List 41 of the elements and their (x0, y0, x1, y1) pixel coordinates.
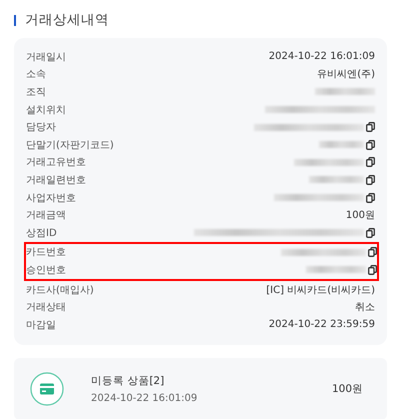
detail-label: 소속 (26, 68, 46, 82)
copy-icon[interactable] (366, 228, 375, 238)
detail-label: 거래일시 (26, 50, 66, 64)
blurred-value (306, 266, 366, 274)
detail-label: 거래일련번호 (26, 174, 86, 187)
copy-icon[interactable] (366, 140, 375, 150)
blurred-value (315, 88, 375, 96)
copy-icon[interactable] (368, 247, 377, 258)
detail-label: 단말기(자판기코드) (26, 138, 114, 152)
detail-label: 담당자 (26, 121, 56, 134)
blurred-value (319, 141, 364, 148)
detail-label: 거래상태 (26, 301, 66, 314)
copy-icon[interactable] (368, 264, 377, 275)
item-name: 미등록 상품[2] (91, 374, 166, 388)
detail-value: 100원 (346, 209, 375, 222)
detail-label: 카드번호 (26, 246, 66, 260)
card-icon (30, 372, 64, 406)
copy-icon[interactable] (366, 174, 375, 185)
detail-label: 승인번호 (26, 264, 66, 277)
copy-icon[interactable] (366, 157, 375, 168)
detail-value: [IC] 비씨카드(비씨카드) (266, 284, 375, 297)
item-card[interactable]: 미등록 상품[2] 2024-10-22 16:01:09 100원 (14, 358, 387, 419)
detail-value: 유비씨엔(주) (317, 68, 375, 82)
detail-label: 카드사(매입사) (26, 284, 94, 297)
detail-label: 마감일 (26, 318, 56, 332)
detail-value: 2024-10-22 16:01:09 (268, 51, 375, 62)
detail-label: 설치위치 (26, 104, 66, 117)
detail-label: 상점ID (26, 226, 57, 240)
copy-icon[interactable] (366, 192, 375, 203)
copy-icon[interactable] (366, 122, 375, 132)
blurred-value (309, 176, 364, 184)
item-amount: 100원 (332, 382, 363, 396)
detail-label: 조직 (26, 86, 46, 99)
item-time: 2024-10-22 16:01:09 (91, 392, 198, 404)
blurred-value (294, 158, 364, 166)
detail-value: 취소 (355, 301, 375, 314)
detail-value: 2024-10-22 23:59:59 (268, 319, 375, 330)
detail-label: 거래금액 (26, 209, 66, 222)
detail-label: 사업자번호 (26, 192, 76, 205)
section-title: 거래상세내역 (25, 11, 109, 29)
detail-label: 거래고유번호 (26, 156, 86, 170)
